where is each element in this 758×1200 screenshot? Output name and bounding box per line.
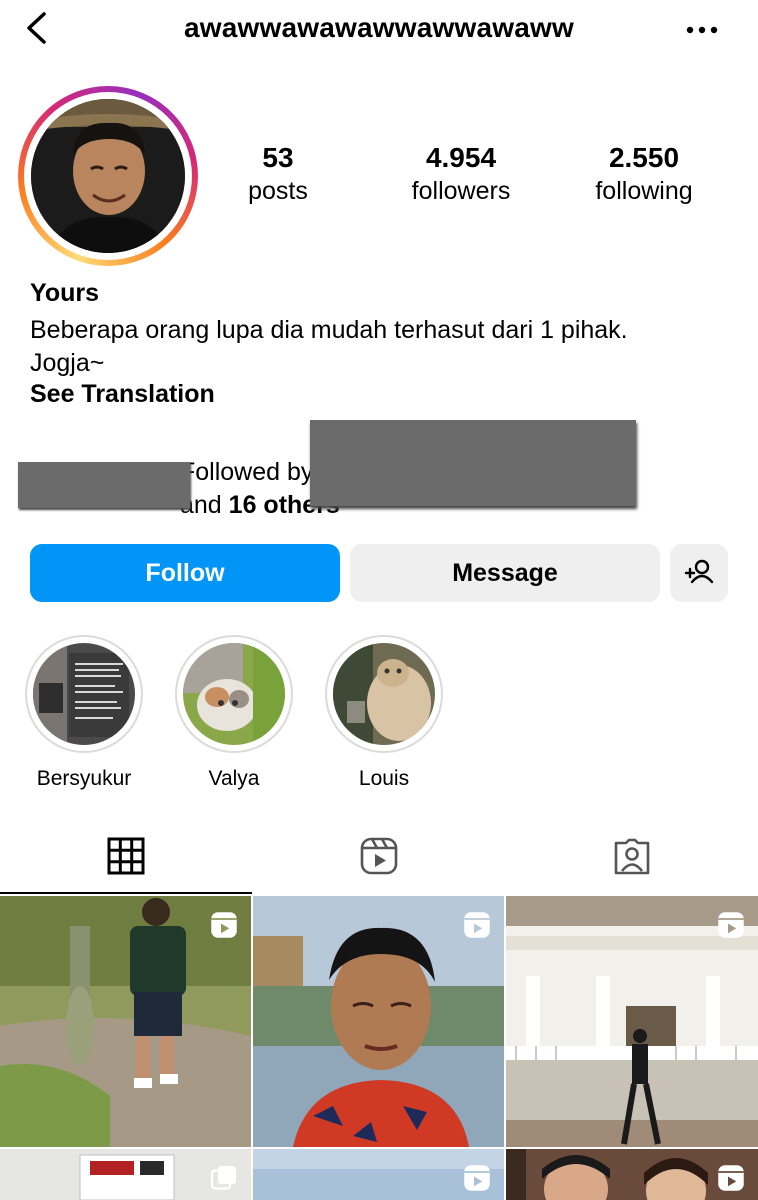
post-thumbnail[interactable]: [0, 896, 251, 1147]
reel-indicator-icon: [211, 912, 237, 938]
highlight-cover: [333, 643, 435, 745]
multi-post-icon: [210, 1166, 236, 1190]
story-highlight[interactable]: Bersyukur: [24, 635, 144, 791]
story-highlight[interactable]: Louis: [324, 635, 444, 791]
redaction-block: [18, 462, 190, 508]
followers-count: 4.954: [425, 142, 497, 173]
followed-by-text: Followed by: [180, 458, 314, 486]
post-thumbnail[interactable]: [506, 1149, 758, 1200]
followers-label: followers: [411, 177, 511, 205]
bio-line: Beberapa orang lupa dia mudah terhasut d…: [30, 316, 628, 344]
posts-count: 53: [262, 142, 294, 173]
profile-username: awawwawawawwawwawaww: [184, 12, 574, 43]
bio-line: Jogja~: [30, 349, 105, 377]
following-stat[interactable]: 2.550 following: [554, 140, 734, 206]
tab-reels[interactable]: [253, 820, 505, 894]
suggested-users-button[interactable]: [670, 544, 728, 602]
avatar-story-ring[interactable]: [18, 86, 198, 266]
reel-indicator-icon: [464, 912, 490, 938]
profile-display-name: Yours: [30, 279, 99, 307]
reel-indicator-icon: [718, 912, 744, 938]
tab-posts-grid[interactable]: [0, 820, 252, 894]
redaction-block: [310, 420, 636, 506]
posts-stat[interactable]: 53 posts: [188, 140, 368, 206]
highlight-label: Louis: [358, 767, 410, 790]
following-label: following: [595, 177, 693, 205]
reels-icon: [360, 837, 398, 875]
highlight-label: Bersyukur: [36, 767, 132, 790]
see-translation-link[interactable]: See Translation: [30, 380, 215, 409]
highlight-cover: [183, 643, 285, 745]
tagged-icon: [614, 838, 650, 875]
following-count: 2.550: [608, 142, 680, 173]
more-horizontal-icon: [686, 26, 718, 34]
grid-icon: [107, 837, 145, 875]
more-options-button[interactable]: [682, 12, 722, 48]
post-thumbnail[interactable]: [253, 1149, 504, 1200]
avatar: [31, 99, 185, 253]
posts-grid: [0, 896, 758, 1200]
post-thumbnail[interactable]: [0, 1149, 251, 1200]
post-thumbnail[interactable]: [506, 896, 758, 1147]
followers-stat[interactable]: 4.954 followers: [371, 140, 551, 206]
profile-stats: 53 posts 4.954 followers 2.550 following: [200, 140, 758, 220]
active-tab-indicator: [0, 892, 252, 894]
tab-tagged[interactable]: [506, 820, 758, 894]
followed-by-section[interactable]: Followed by and 16 others: [18, 420, 758, 520]
top-bar: awawwawawawwawwawaww: [0, 0, 758, 60]
profile-bio: Beberapa orang lupa dia mudah terhasut d…: [30, 314, 730, 380]
follow-button[interactable]: Follow: [30, 544, 340, 602]
reel-indicator-icon: [464, 1165, 490, 1191]
add-user-icon: [684, 559, 714, 584]
reel-indicator-icon: [718, 1165, 744, 1191]
story-highlight[interactable]: Valya: [174, 635, 294, 791]
profile-tabs: [0, 820, 758, 894]
message-button[interactable]: Message: [350, 544, 660, 602]
highlight-label: Valya: [208, 767, 260, 790]
post-thumbnail[interactable]: [253, 896, 504, 1147]
posts-label: posts: [248, 177, 308, 205]
highlight-cover: [33, 643, 135, 745]
